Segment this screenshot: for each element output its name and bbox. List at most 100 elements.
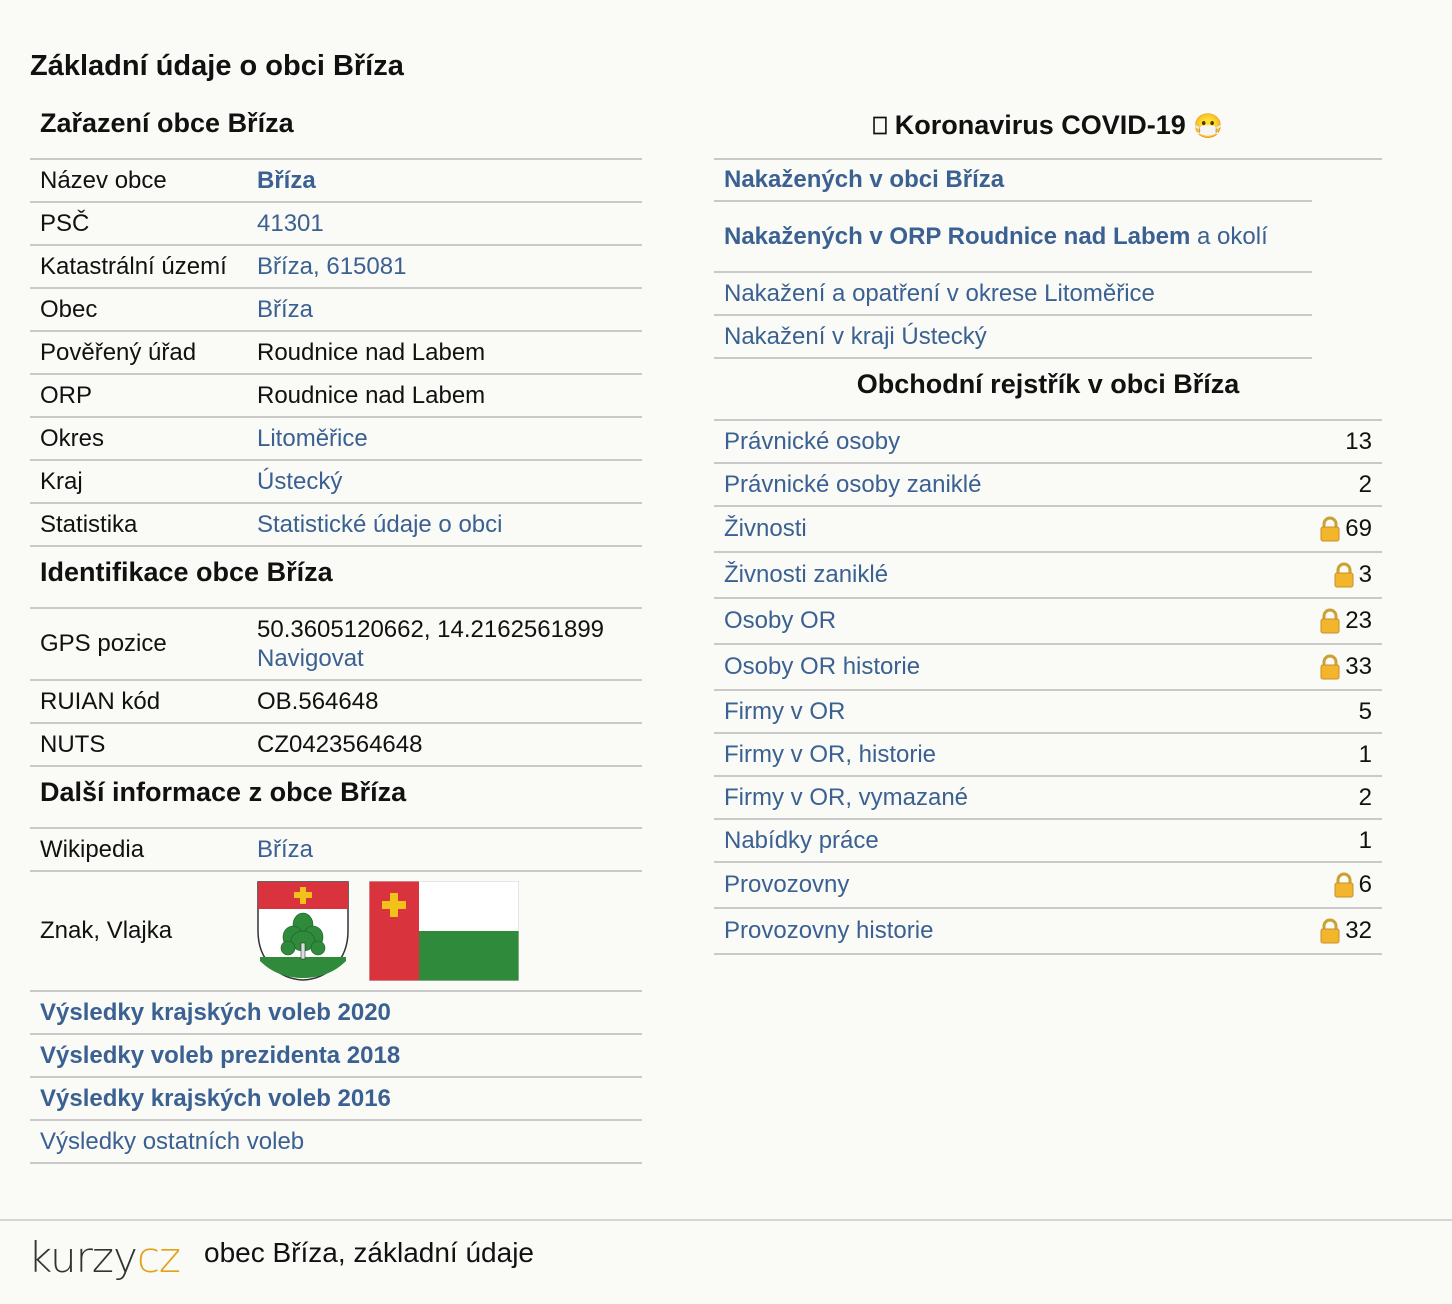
ruian-key: RUIAN kód [40, 687, 161, 715]
rejstrik-count: 33 [1345, 653, 1372, 680]
identifikace-title: Identifikace obce Bříza [30, 547, 642, 609]
covid-title-text: Koronavirus COVID-19 [894, 110, 1186, 140]
zarazeni-title: Zařazení obce Bříza [30, 104, 642, 160]
row-key: Pověřený úřad [40, 338, 197, 366]
rejstrik-row: Živnosti zaniklé 3 [714, 553, 1382, 599]
row-key: Název obce [40, 166, 167, 194]
row-key: Kraj [40, 467, 83, 495]
rejstrik-count: 13 [1345, 427, 1372, 455]
covid-links: Nakažených v obci Bříza Nakažených v ORP … [714, 160, 1312, 359]
covid-link-row: Nakažených v ORP Roudnice nad Labem a ok… [714, 202, 1312, 273]
rejstrik-count: 5 [1358, 697, 1372, 725]
row-value[interactable]: Bříza, 615081 [257, 253, 632, 281]
rejstrik-count-wrap: 6 [1333, 871, 1372, 899]
rejstrik-link[interactable]: Osoby OR [724, 607, 836, 635]
rejstrik-count-wrap: 2 [1359, 784, 1372, 812]
nuts-value: CZ0423564648 [257, 730, 423, 758]
covid-link[interactable]: Nakažených v ORP Roudnice nad Labem [724, 223, 1190, 250]
covid-link[interactable]: a okolí [1190, 223, 1268, 250]
row-key: Katastrální území [40, 252, 227, 280]
rejstrik-link[interactable]: Živnosti zaniklé [724, 561, 888, 589]
row-value[interactable]: Ústecký [257, 468, 632, 496]
rejstrik-link[interactable]: Osoby OR historie [724, 653, 920, 681]
rejstrik-count: 1 [1358, 740, 1372, 768]
covid-link[interactable]: Nakažení a opatření v okrese Litoměřice [724, 280, 1155, 307]
rejstrik-link[interactable]: Firmy v OR [724, 698, 845, 726]
flag-icon[interactable] [369, 881, 519, 981]
footer-text: obec Bříza, základní údaje [204, 1237, 534, 1268]
rejstrik-link[interactable]: Provozovny historie [724, 917, 933, 945]
rejstrik-row: Právnické osoby zaniklé 2 [714, 464, 1382, 507]
covid-link[interactable]: Nakažených v obci Bříza [724, 166, 1004, 193]
zarazeni-row: Katastrální území Bříza, 615081 [30, 246, 642, 289]
rejstrik-row: Právnické osoby 13 [714, 421, 1382, 464]
rejstrik-count: 1 [1358, 826, 1372, 854]
gps-key: GPS pozice [40, 630, 167, 657]
ruian-value: OB.564648 [257, 687, 379, 715]
row-value[interactable]: Statistické údaje o obci [257, 511, 632, 539]
gps-row: GPS pozice 50.3605120662, 14.2162561899 … [30, 609, 642, 681]
rejstrik-link[interactable]: Právnické osoby [724, 428, 900, 456]
footer: kurzycz obec Bříza, základní údaje [0, 1219, 1452, 1304]
znak-row: Znak, Vlajka [30, 872, 642, 992]
covid-title: ⎕ Koronavirus COVID-19 😷 [714, 104, 1382, 160]
rejstrik-link[interactable]: Živnosti [724, 515, 807, 543]
rejstrik-count-wrap: 69 [1319, 515, 1372, 543]
row-value[interactable]: Litoměřice [257, 425, 632, 453]
covid-placeholder-icon: ⎕ [872, 113, 888, 140]
row-value[interactable]: Bříza [257, 167, 632, 195]
kurzy-logo[interactable]: kurzycz [28, 1233, 181, 1282]
volby-row: Výsledky krajských voleb 2020 [30, 992, 642, 1035]
lock-icon [1320, 918, 1340, 944]
rejstrik-row: Provozovny historie 32 [714, 909, 1382, 955]
volby-link[interactable]: Výsledky krajských voleb 2020 [40, 999, 391, 1027]
zarazeni-row: Obec Bříza [30, 289, 642, 332]
rejstrik-row: Firmy v OR 5 [714, 691, 1382, 734]
navigate-link[interactable]: Navigovat [257, 645, 364, 672]
row-value: Roudnice nad Labem [257, 338, 486, 366]
lock-icon [1320, 654, 1340, 680]
volby-link[interactable]: Výsledky voleb prezidenta 2018 [40, 1042, 400, 1070]
rejstrik-link[interactable]: Firmy v OR, historie [724, 741, 936, 769]
rejstrik-row: Firmy v OR, historie 1 [714, 734, 1382, 777]
rejstrik-count: 2 [1358, 783, 1372, 811]
covid-link[interactable]: Nakažení v kraji Ústecký [724, 323, 987, 350]
left-column: Zařazení obce Bříza Název obce Bříza PSČ 41… [30, 104, 642, 1164]
rejstrik-link[interactable]: Provozovny [724, 871, 849, 899]
rejstrik-count-wrap: 2 [1359, 471, 1372, 499]
rejstrik-count: 6 [1358, 871, 1372, 898]
row-key: Okres [40, 424, 105, 452]
volby-row: Výsledky krajských voleb 2016 [30, 1078, 642, 1121]
rejstrik-row: Osoby OR 23 [714, 599, 1382, 645]
gps-value: 50.3605120662, 14.2162561899 [257, 616, 605, 643]
rejstrik-link[interactable]: Právnické osoby zaniklé [724, 471, 981, 499]
rejstrik-title: Obchodní rejstřík v obci Bříza [714, 359, 1382, 421]
coat-of-arms-icon[interactable] [257, 881, 349, 981]
rejstrik-row: Provozovny 6 [714, 863, 1382, 909]
rejstrik-link[interactable]: Nabídky práce [724, 827, 879, 855]
wiki-row: Wikipedia Bříza [30, 829, 642, 872]
zarazeni-row: Statistika Statistické údaje o obci [30, 504, 642, 547]
covid-link-wrap: Nakažení a opatření v okrese Litoměřice [724, 280, 1155, 308]
rejstrik-link[interactable]: Firmy v OR, vymazané [724, 784, 968, 812]
row-value[interactable]: Bříza [257, 296, 632, 324]
gps-value-wrap: 50.3605120662, 14.2162561899 Navigovat [257, 615, 632, 673]
rejstrik-count-wrap: 23 [1319, 607, 1372, 635]
rejstrik-count: 23 [1345, 607, 1372, 634]
row-key: Statistika [40, 510, 138, 538]
wiki-link[interactable]: Bříza [257, 836, 632, 864]
ruian-row: RUIAN kód OB.564648 [30, 681, 642, 724]
rejstrik-row: Nabídky práce 1 [714, 820, 1382, 863]
row-key: ORP [40, 381, 93, 409]
lock-icon [1320, 608, 1340, 634]
nuts-row: NUTS CZ0423564648 [30, 724, 642, 767]
page-title: Základní údaje o obci Bříza [30, 50, 404, 82]
nuts-key: NUTS [40, 730, 106, 758]
row-value[interactable]: 41301 [257, 210, 632, 238]
wiki-key: Wikipedia [40, 835, 145, 863]
covid-link-wrap: Nakažení v kraji Ústecký [724, 323, 987, 351]
zarazeni-row: Kraj Ústecký [30, 461, 642, 504]
volby-link[interactable]: Výsledky ostatních voleb [40, 1128, 304, 1156]
covid-link-wrap: Nakažených v obci Bříza [724, 166, 1004, 194]
volby-link[interactable]: Výsledky krajských voleb 2016 [40, 1085, 391, 1113]
